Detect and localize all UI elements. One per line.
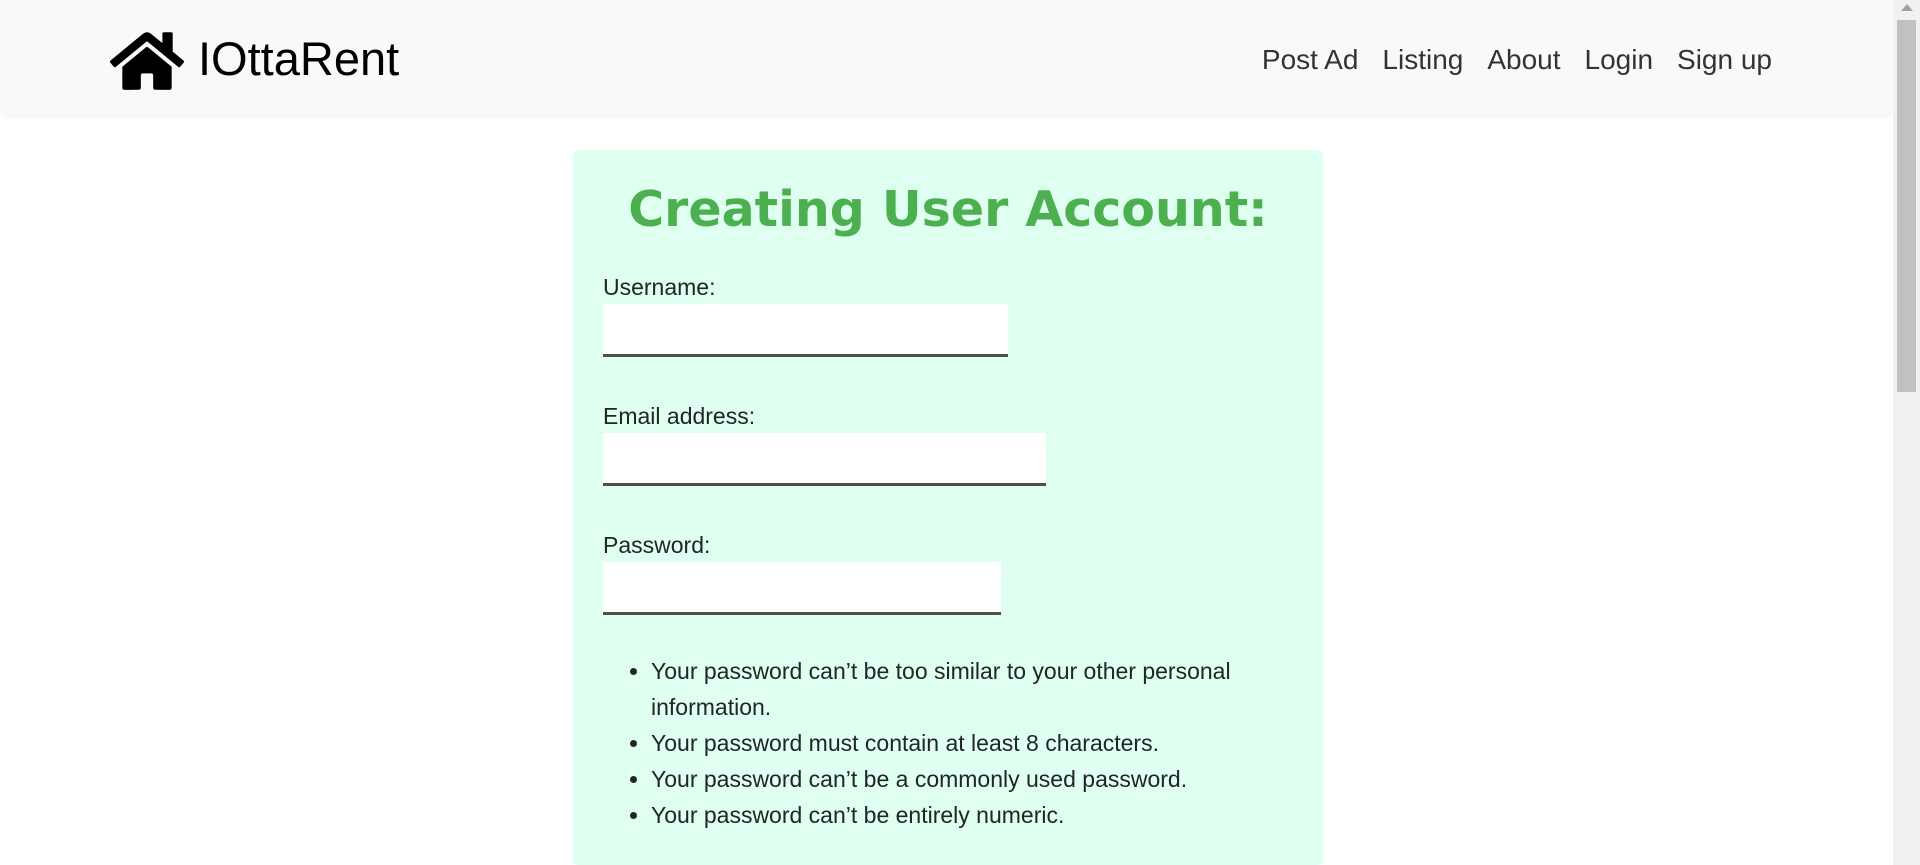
password-help-item: Your password can’t be a commonly used p… — [651, 761, 1301, 797]
navbar: IOttaRent Post Ad Listing About Login Si… — [0, 0, 1893, 119]
password-label: Password: — [603, 532, 711, 558]
username-label: Username: — [603, 274, 716, 300]
page: IOttaRent Post Ad Listing About Login Si… — [0, 0, 1920, 865]
brand-link[interactable]: IOttaRent — [110, 28, 399, 90]
brand-name: IOttaRent — [198, 32, 400, 85]
username-input[interactable] — [603, 304, 1008, 357]
nav-link-post-ad[interactable]: Post Ad — [1262, 40, 1359, 80]
home-icon — [110, 32, 184, 90]
nav-link-listing[interactable]: Listing — [1382, 40, 1463, 80]
nav-link-about[interactable]: About — [1487, 40, 1560, 80]
password-help-item: Your password can’t be too similar to yo… — [651, 653, 1301, 725]
scrollbar[interactable] — [1893, 0, 1920, 865]
scroll-up-arrow-icon[interactable] — [1901, 4, 1913, 11]
form-title: Creating User Account: — [628, 181, 1268, 238]
nav-link-sign-up[interactable]: Sign up — [1677, 40, 1772, 80]
signup-form: Creating User Account: Username: Email a… — [573, 150, 1323, 865]
nav-link-login[interactable]: Login — [1585, 40, 1654, 80]
email-input[interactable] — [603, 433, 1046, 486]
email-label: Email address: — [603, 403, 756, 429]
password-help-item: Your password must contain at least 8 ch… — [651, 725, 1301, 761]
password-help-list: Your password can’t be too similar to yo… — [603, 653, 1301, 833]
password-help-item: Your password can’t be entirely numeric. — [651, 797, 1301, 833]
scrollbar-thumb[interactable] — [1897, 20, 1916, 392]
password-input[interactable] — [603, 562, 1001, 615]
nav-links: Post Ad Listing About Login Sign up — [1262, 40, 1772, 80]
